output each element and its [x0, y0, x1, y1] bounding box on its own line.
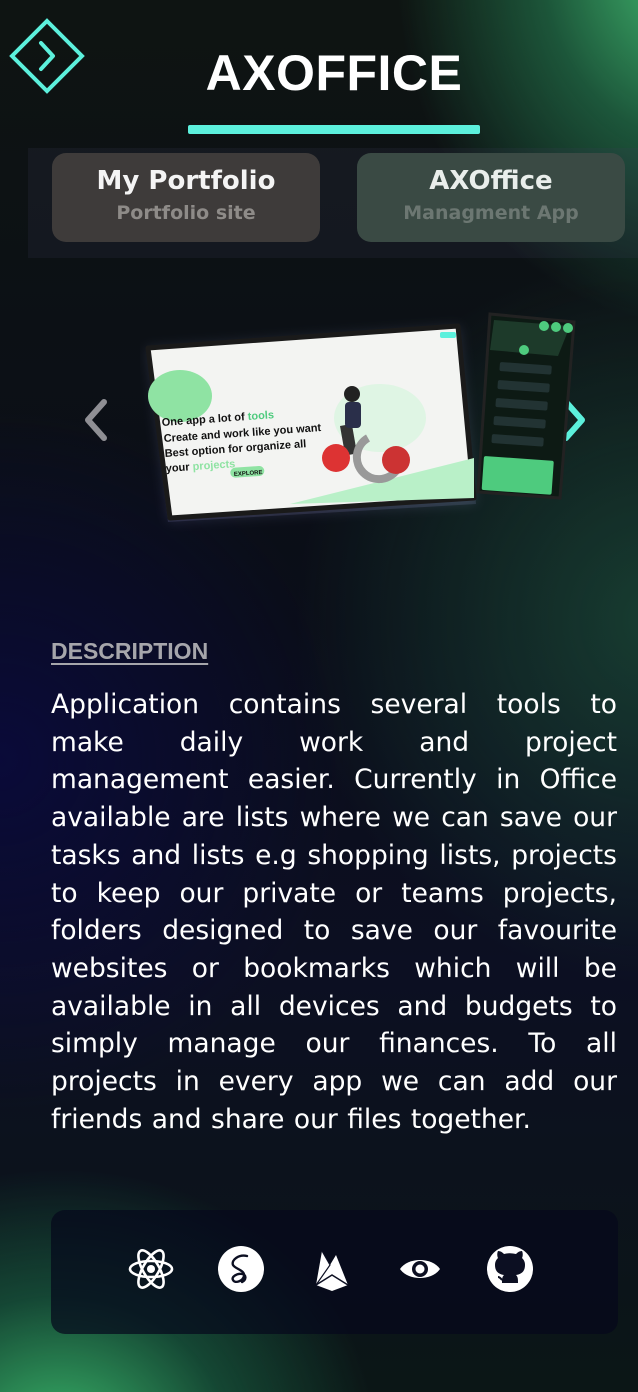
page-title: AXOFFICE [205, 45, 463, 101]
tab-title: My Portfolio [96, 166, 276, 196]
tab-my-portfolio[interactable]: My Portfolio Portfolio site [52, 153, 320, 242]
github-icon[interactable] [486, 1245, 534, 1293]
react-icon [127, 1245, 175, 1293]
phone-mockup [476, 312, 576, 500]
title-underline [188, 125, 480, 134]
firebase-icon [308, 1245, 356, 1293]
tab-subtitle: Portfolio site [116, 202, 256, 224]
chevron-left-icon[interactable] [80, 396, 110, 444]
project-slide-image[interactable]: One app a lot of tools Create and work l… [140, 308, 580, 533]
website-mockup: One app a lot of tools Create and work l… [145, 323, 477, 521]
description-body: Application contains several tools to ma… [51, 689, 617, 1135]
tab-title: AXOffice [429, 166, 553, 196]
description-heading: DESCRIPTION [51, 638, 209, 664]
tab-axoffice[interactable]: AXOffice Managment App [357, 153, 625, 242]
tab-subtitle: Managment App [403, 202, 579, 224]
preview-eye-icon[interactable] [396, 1245, 444, 1293]
sass-icon [217, 1245, 265, 1293]
